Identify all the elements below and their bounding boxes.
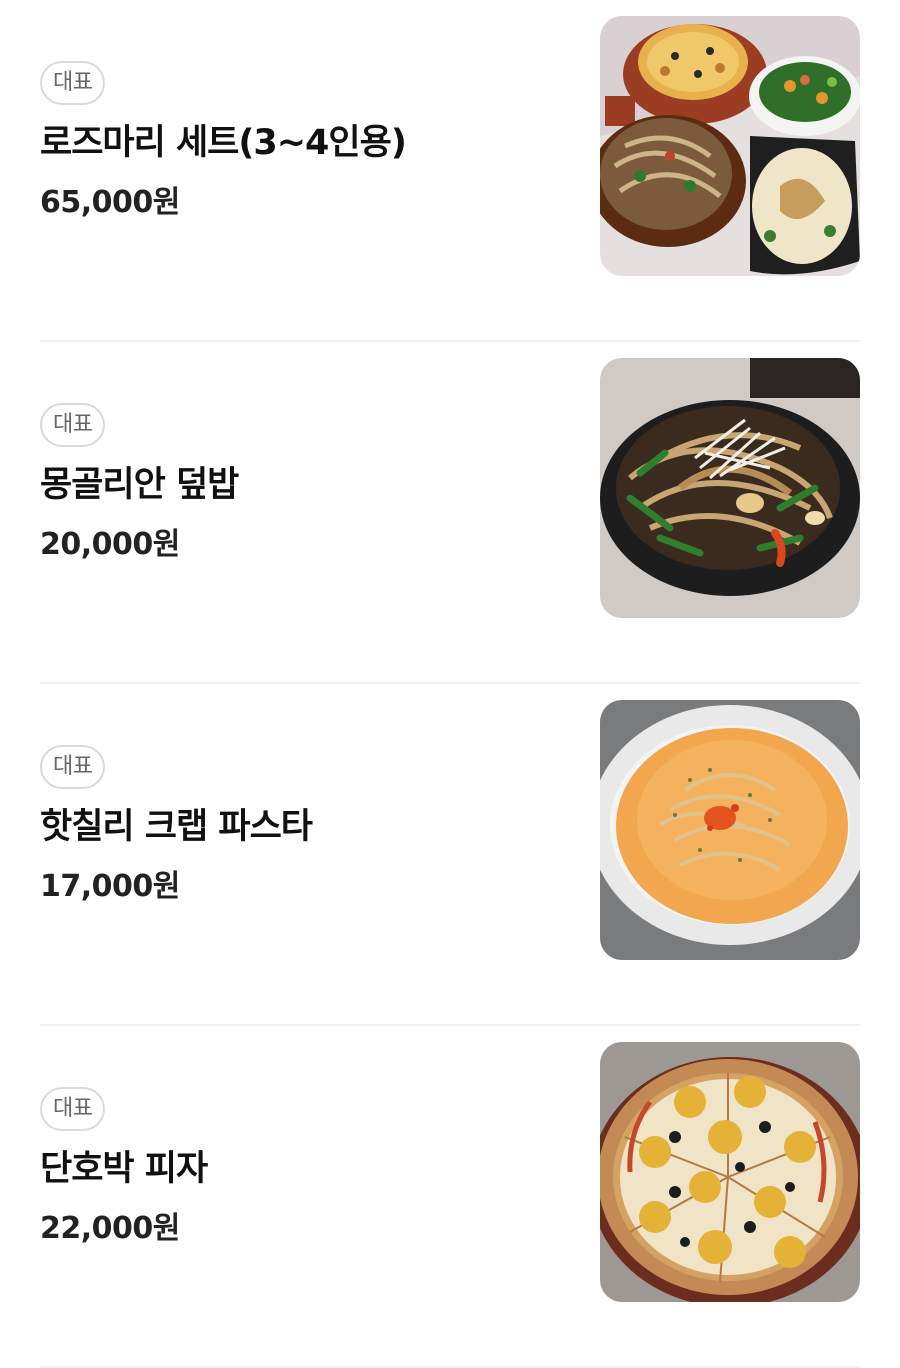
crab-pasta-photo-image [600, 700, 860, 960]
signature-badge: 대표 [40, 61, 106, 105]
stir-fry-rice-photo-image [600, 358, 860, 618]
menu-item-price: 65,000원 [40, 185, 180, 220]
menu-item-rosemary-set[interactable]: 대표 로즈마리 세트(3~4인용) 65,000원 [0, 0, 900, 342]
stir-fry-rice-photo[interactable] [600, 358, 860, 618]
signature-badge: 대표 [40, 1087, 106, 1131]
food-set-photo[interactable] [600, 16, 860, 276]
pumpkin-pizza-photo[interactable] [600, 1042, 860, 1302]
menu-item-info: 대표 핫칠리 크랩 파스타 17,000원 [40, 745, 560, 907]
menu-list: 대표 로즈마리 세트(3~4인용) 65,000원 대표 몽골리안 덮밥 20,… [0, 0, 900, 1368]
menu-item-price: 22,000원 [40, 1211, 180, 1246]
menu-item-price: 17,000원 [40, 869, 180, 904]
signature-badge: 대표 [40, 403, 106, 447]
menu-item-info: 대표 로즈마리 세트(3~4인용) 65,000원 [40, 61, 560, 223]
menu-item-info: 대표 단호박 피자 22,000원 [40, 1087, 560, 1249]
menu-item-name: 단호박 피자 [40, 1149, 208, 1189]
menu-item-info: 대표 몽골리안 덮밥 20,000원 [40, 403, 560, 565]
menu-item-mongolian-rice-bowl[interactable]: 대표 몽골리안 덮밥 20,000원 [0, 342, 900, 684]
menu-item-name: 핫칠리 크랩 파스타 [40, 807, 313, 847]
menu-item-pumpkin-pizza[interactable]: 대표 단호박 피자 22,000원 [0, 1026, 900, 1368]
pumpkin-pizza-photo-image [600, 1042, 860, 1302]
menu-item-price: 20,000원 [40, 527, 180, 562]
signature-badge: 대표 [40, 745, 106, 789]
menu-item-name: 몽골리안 덮밥 [40, 465, 239, 505]
menu-item-name: 로즈마리 세트(3~4인용) [40, 123, 407, 163]
menu-item-hot-chili-crab-pasta[interactable]: 대표 핫칠리 크랩 파스타 17,000원 [0, 684, 900, 1026]
food-set-photo-image [600, 16, 860, 276]
crab-pasta-photo[interactable] [600, 700, 860, 960]
